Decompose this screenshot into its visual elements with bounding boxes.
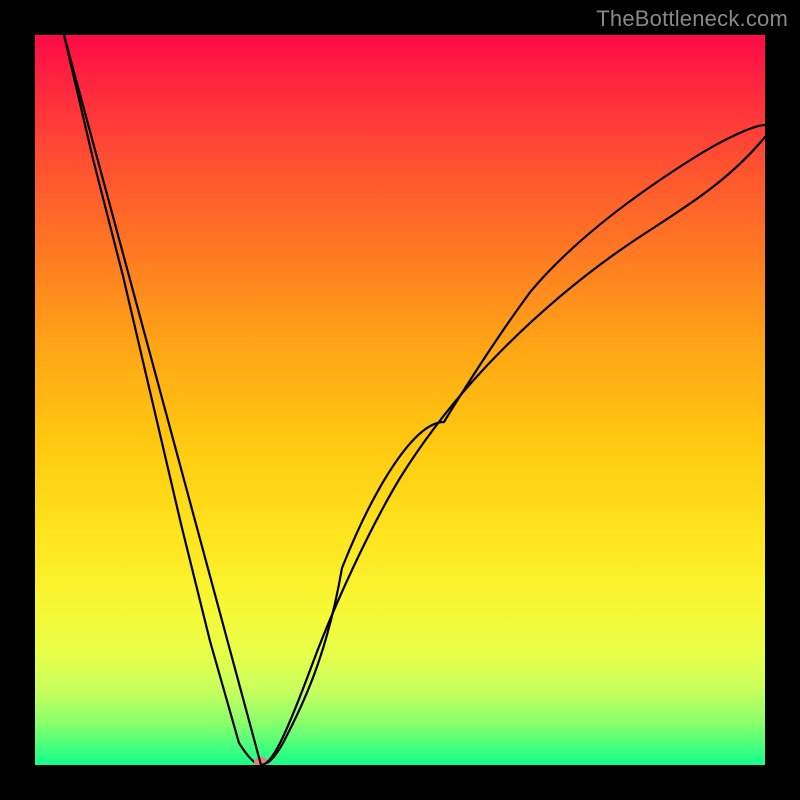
watermark-text: TheBottleneck.com <box>596 6 788 32</box>
bottleneck-curve-overlay <box>35 35 765 765</box>
plot-area <box>35 35 765 765</box>
chart-frame: TheBottleneck.com <box>0 0 800 800</box>
